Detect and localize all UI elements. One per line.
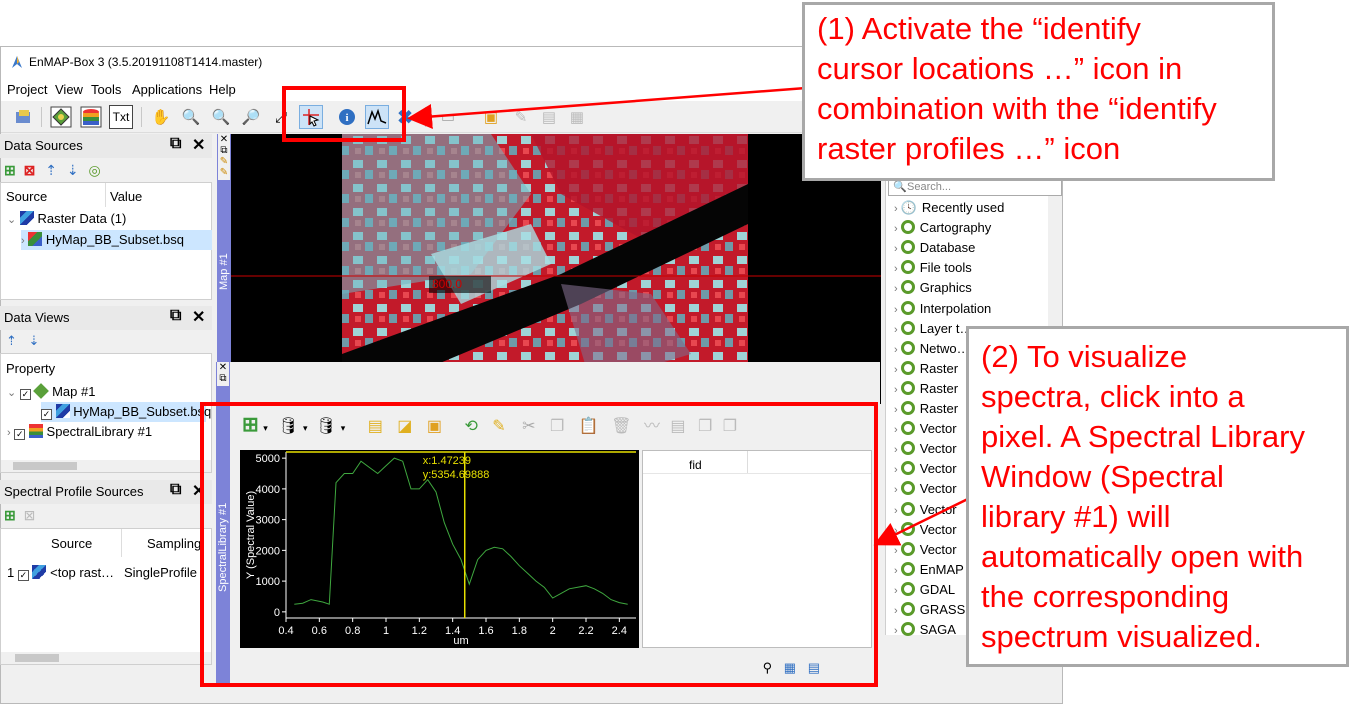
arrow-to-toolbar [407,86,807,129]
callout-step-2: (2) To visualize spectra, click into a p… [966,326,1349,667]
callout-step-1: (1) Activate the “identify cursor locati… [802,2,1275,181]
arrow-to-speclib [873,492,979,546]
